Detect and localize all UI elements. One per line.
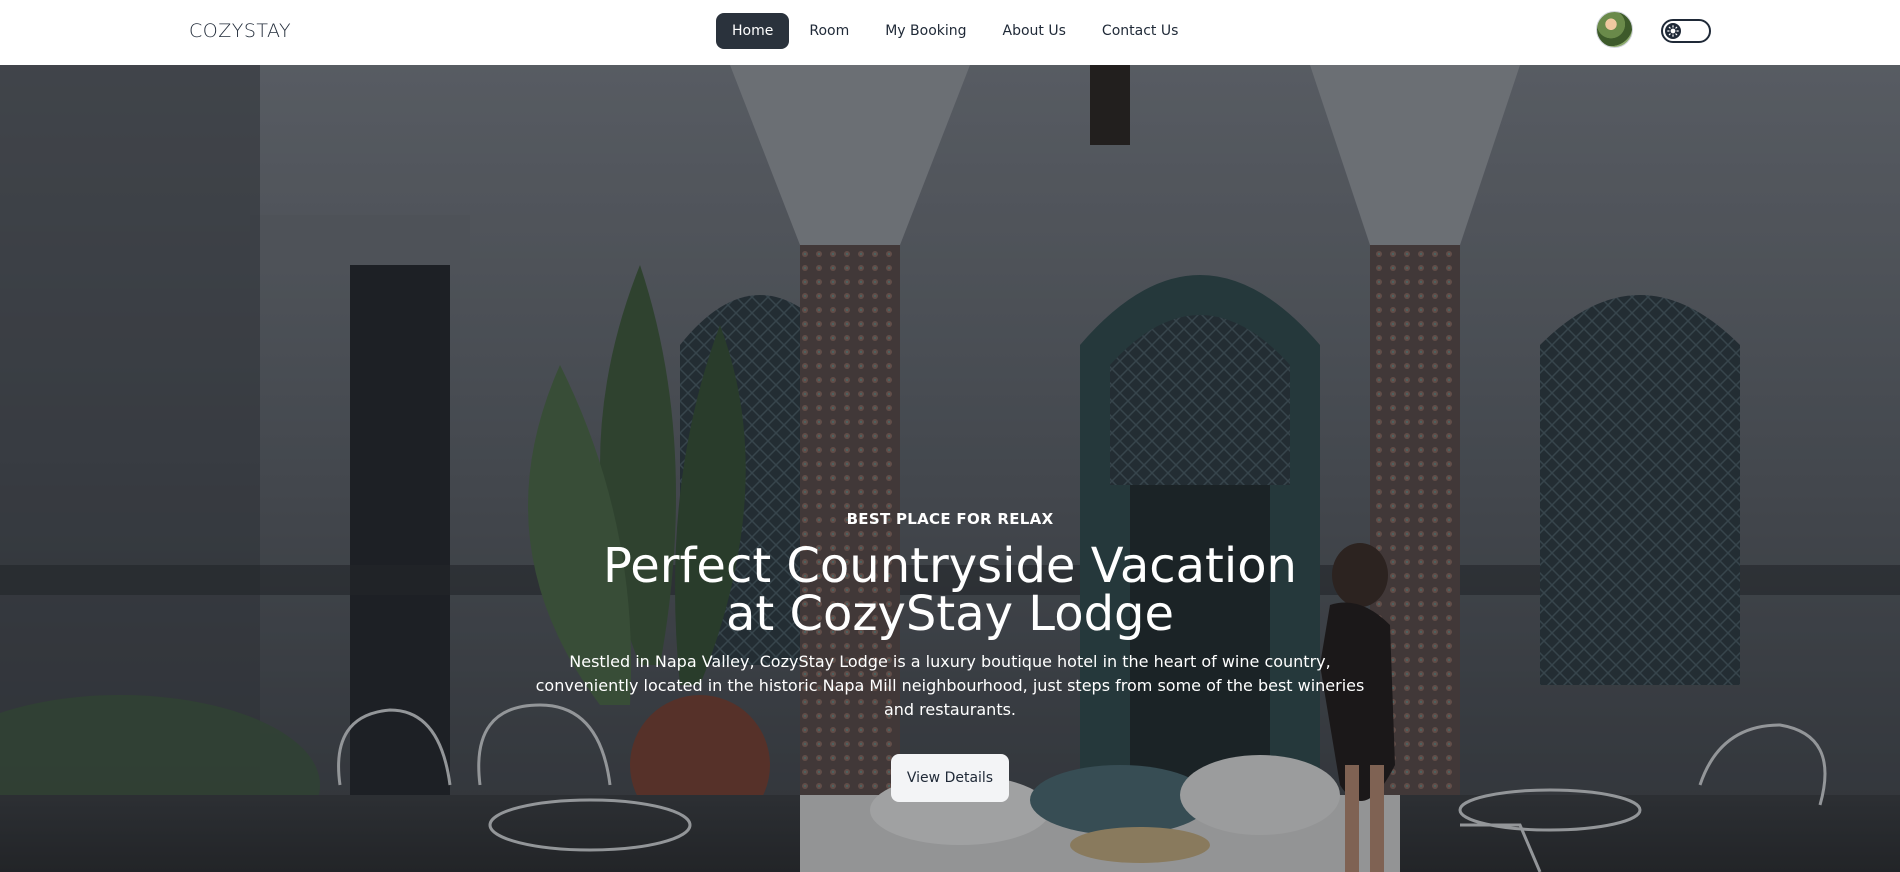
sun-icon [1665, 23, 1681, 39]
hero-content: BEST PLACE FOR RELAX Perfect Countryside… [0, 510, 1900, 802]
hero-eyebrow: BEST PLACE FOR RELAX [846, 510, 1054, 528]
brand-logo[interactable]: COZYSTAY [189, 20, 291, 42]
view-details-button[interactable]: View Details [890, 754, 1010, 802]
main-nav: Home Room My Booking About Us Contact Us [716, 13, 1194, 49]
nav-item-my-booking[interactable]: My Booking [869, 13, 982, 49]
nav-item-contact-us[interactable]: Contact Us [1086, 13, 1194, 49]
hero-section: BEST PLACE FOR RELAX Perfect Countryside… [0, 65, 1900, 872]
nav-item-home[interactable]: Home [716, 13, 790, 49]
theme-toggle[interactable] [1661, 19, 1711, 43]
user-avatar[interactable] [1596, 11, 1633, 48]
hero-description: Nestled in Napa Valley, CozyStay Lodge i… [535, 652, 1365, 719]
nav-item-about-us[interactable]: About Us [987, 13, 1082, 49]
hero-title: Perfect Countryside Vacation at CozyStay… [603, 538, 1297, 642]
navbar: COZYSTAY Home Room My Booking About Us C… [0, 0, 1900, 65]
nav-item-room[interactable]: Room [793, 13, 865, 49]
